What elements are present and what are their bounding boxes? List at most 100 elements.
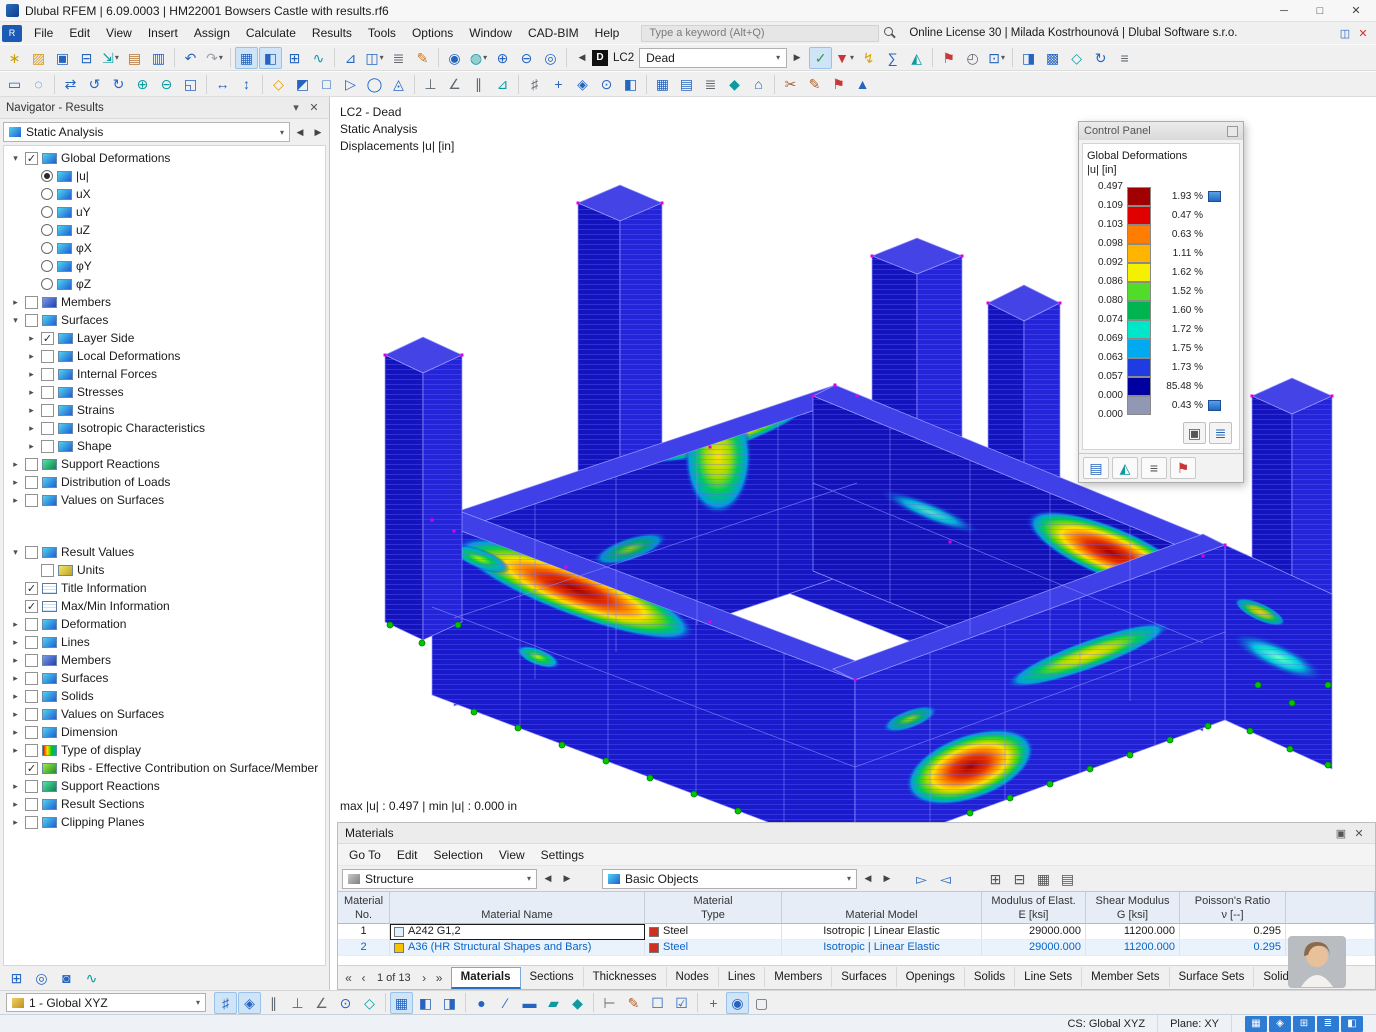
tree-item-z[interactable]: φZ <box>4 275 325 293</box>
structure-select[interactable]: Structure ▾ <box>342 868 537 889</box>
loadcase-select[interactable]: Dead ▾ <box>639 47 788 68</box>
chevron-down-icon[interactable]: ▾ <box>10 315 21 326</box>
mark-icon[interactable]: ⚑ <box>827 73 850 95</box>
tree-item-max-min-information[interactable]: Max/Min Information <box>4 597 325 615</box>
origin-icon[interactable]: ◉ <box>726 991 749 1014</box>
zoom-plus-icon[interactable]: ⊕ <box>131 73 154 95</box>
radio-ux[interactable] <box>41 188 53 200</box>
pan-vertical-icon[interactable]: ↕ <box>235 73 258 95</box>
last-page-button[interactable]: » <box>432 971 447 985</box>
fem-mesh-icon[interactable]: ⊿ <box>491 73 514 95</box>
panel-filter-icon[interactable]: ≡ <box>1141 457 1167 479</box>
open-model-icon[interactable]: ▨ <box>27 47 50 69</box>
checkbox-shape[interactable] <box>41 439 54 453</box>
diagram-icon[interactable]: ∿ <box>307 47 330 69</box>
tree-item-uz[interactable]: uZ <box>4 221 325 239</box>
table-print-icon[interactable]: ⊟ <box>1008 868 1031 890</box>
checkbox-members[interactable] <box>25 653 38 667</box>
history-icon[interactable]: ◴ <box>961 47 984 69</box>
prev-page-button[interactable]: ‹ <box>356 971 371 985</box>
grid-icon[interactable]: ♯ <box>523 73 546 95</box>
notes-icon[interactable]: ▥ <box>147 47 170 69</box>
status-snap-icon[interactable]: ◈ <box>1269 1015 1291 1032</box>
tab-thicknesses[interactable]: Thicknesses <box>584 966 667 987</box>
menu-options[interactable]: Options <box>404 23 461 43</box>
dimension-tool-icon[interactable]: ⊢ <box>598 992 621 1014</box>
view-orbit-icon[interactable]: ◯ <box>363 73 386 95</box>
menu-window[interactable]: Window <box>461 23 520 43</box>
full-screen-icon[interactable]: ▢ <box>750 992 773 1014</box>
chevron-right-icon[interactable]: ▸ <box>26 387 37 398</box>
export-icon[interactable]: ⇲ ▾ <box>99 47 122 69</box>
tree-item-members[interactable]: ▸ Members <box>4 651 325 669</box>
lists-icon[interactable]: ≣ <box>387 47 410 69</box>
table-row[interactable]: 2 A36 (HR Structural Shapes and Bars) Stee… <box>338 940 1375 956</box>
angle-snap-icon[interactable]: ∠ <box>310 992 333 1014</box>
chevron-right-icon[interactable]: ▸ <box>26 423 37 434</box>
new-graphic-icon[interactable]: ∗ <box>3 47 26 69</box>
animate-deformation-icon[interactable]: ◭ <box>905 47 928 69</box>
mesh-generate-icon[interactable]: ⊿ <box>339 47 362 69</box>
zoom-window-icon[interactable]: ◱ <box>179 73 202 95</box>
color-scale[interactable]: 0.497 0.109 0.103 0.098 0.092 0.086 0.080 0.074… <box>1087 181 1235 420</box>
more-tools-icon[interactable]: ≡ <box>1113 47 1136 69</box>
save-scale-icon[interactable]: ▣ <box>1183 422 1206 444</box>
checkbox-layer-side[interactable] <box>41 331 54 345</box>
control-panel-collapse-button[interactable] <box>1227 125 1238 137</box>
calculate-icon[interactable]: ↯ <box>857 47 880 69</box>
chevron-down-icon[interactable]: ▾ <box>10 547 21 558</box>
tree-item-strains[interactable]: ▸ Strains <box>4 401 325 419</box>
status-panel-icon[interactable]: ⊞ <box>1293 1015 1315 1032</box>
view-front-icon[interactable]: □ <box>315 73 338 95</box>
view-isometric-icon[interactable]: ◇ <box>267 73 290 95</box>
chevron-right-icon[interactable]: ▸ <box>10 727 21 738</box>
radio-x[interactable] <box>41 242 53 254</box>
data-panel-icon[interactable]: ⊞ <box>5 967 28 989</box>
stack-icon[interactable]: ≣ <box>699 73 722 95</box>
split-view-icon[interactable]: ◨ <box>1017 47 1040 69</box>
tree-item-type-of-display[interactable]: ▸ Type of display <box>4 741 325 759</box>
checkbox-ribs-effective-contribution-on-surface-member[interactable] <box>25 761 38 775</box>
tree-item-units[interactable]: Units <box>4 561 325 579</box>
search-icon[interactable] <box>883 26 897 40</box>
tables-toggle-icon[interactable]: ▦ <box>235 46 258 69</box>
pan-horizontal-icon[interactable]: ↔ <box>211 73 234 95</box>
tree-item-values-on-surfaces[interactable]: ▸ Values on Surfaces <box>4 491 325 509</box>
checkbox-local-deformations[interactable] <box>41 349 54 363</box>
snap-perpendicular-icon[interactable]: ⊥ <box>419 73 442 95</box>
coordinate-system-icon[interactable]: + <box>702 992 725 1014</box>
checkbox-title-information[interactable] <box>25 581 38 595</box>
minimize-button[interactable]: ─ <box>1266 0 1302 21</box>
half-view-icon[interactable]: ◧ <box>619 73 642 95</box>
surface-mesh-icon[interactable]: ▦ <box>651 73 674 95</box>
tree-item-surfaces[interactable]: ▾ Surfaces <box>4 311 325 329</box>
ortho-mode-icon[interactable]: ⊥ <box>286 992 309 1014</box>
panel-colors-icon[interactable]: ▤ <box>1083 457 1109 479</box>
checkbox-support-reactions[interactable] <box>25 457 38 471</box>
first-page-button[interactable]: « <box>341 971 356 985</box>
table-export-icon[interactable]: ⊞ <box>984 868 1007 890</box>
menu-tools[interactable]: Tools <box>360 23 404 43</box>
maximize-button[interactable]: □ <box>1302 0 1338 21</box>
show-results-icon[interactable]: ✓ <box>809 46 833 69</box>
close-button[interactable]: ✕ <box>1338 0 1374 21</box>
select-all-icon[interactable]: ☐ <box>646 992 669 1014</box>
rotate-cw-icon[interactable]: ↻ <box>107 73 130 95</box>
chevron-right-icon[interactable]: ▸ <box>26 405 37 416</box>
snap-parallel-icon[interactable]: ∥ <box>467 73 490 95</box>
navigator-toggle-icon[interactable]: ◧ <box>259 46 282 69</box>
chevron-right-icon[interactable]: ▸ <box>10 495 21 506</box>
solid-tool-icon[interactable]: ◆ <box>566 992 589 1014</box>
previous-analysis-button[interactable]: ◀ <box>292 122 308 142</box>
comment-tool-icon[interactable]: ✎ <box>622 992 645 1014</box>
next-page-button[interactable]: › <box>417 971 432 985</box>
materials-menu-settings[interactable]: Settings <box>533 845 592 865</box>
chevron-right-icon[interactable]: ▸ <box>10 655 21 666</box>
tree-item-result-sections[interactable]: ▸ Result Sections <box>4 795 325 813</box>
tree-item-distribution-of-loads[interactable]: ▸ Distribution of Loads <box>4 473 325 491</box>
checkbox-values-on-surfaces[interactable] <box>25 493 38 507</box>
table-settings-icon[interactable]: ▦ <box>1032 868 1055 890</box>
plane-xy-icon[interactable]: ▦ <box>390 991 413 1014</box>
surface-tool-icon[interactable]: ▰ <box>542 992 565 1014</box>
tree-item-dimension[interactable]: ▸ Dimension <box>4 723 325 741</box>
